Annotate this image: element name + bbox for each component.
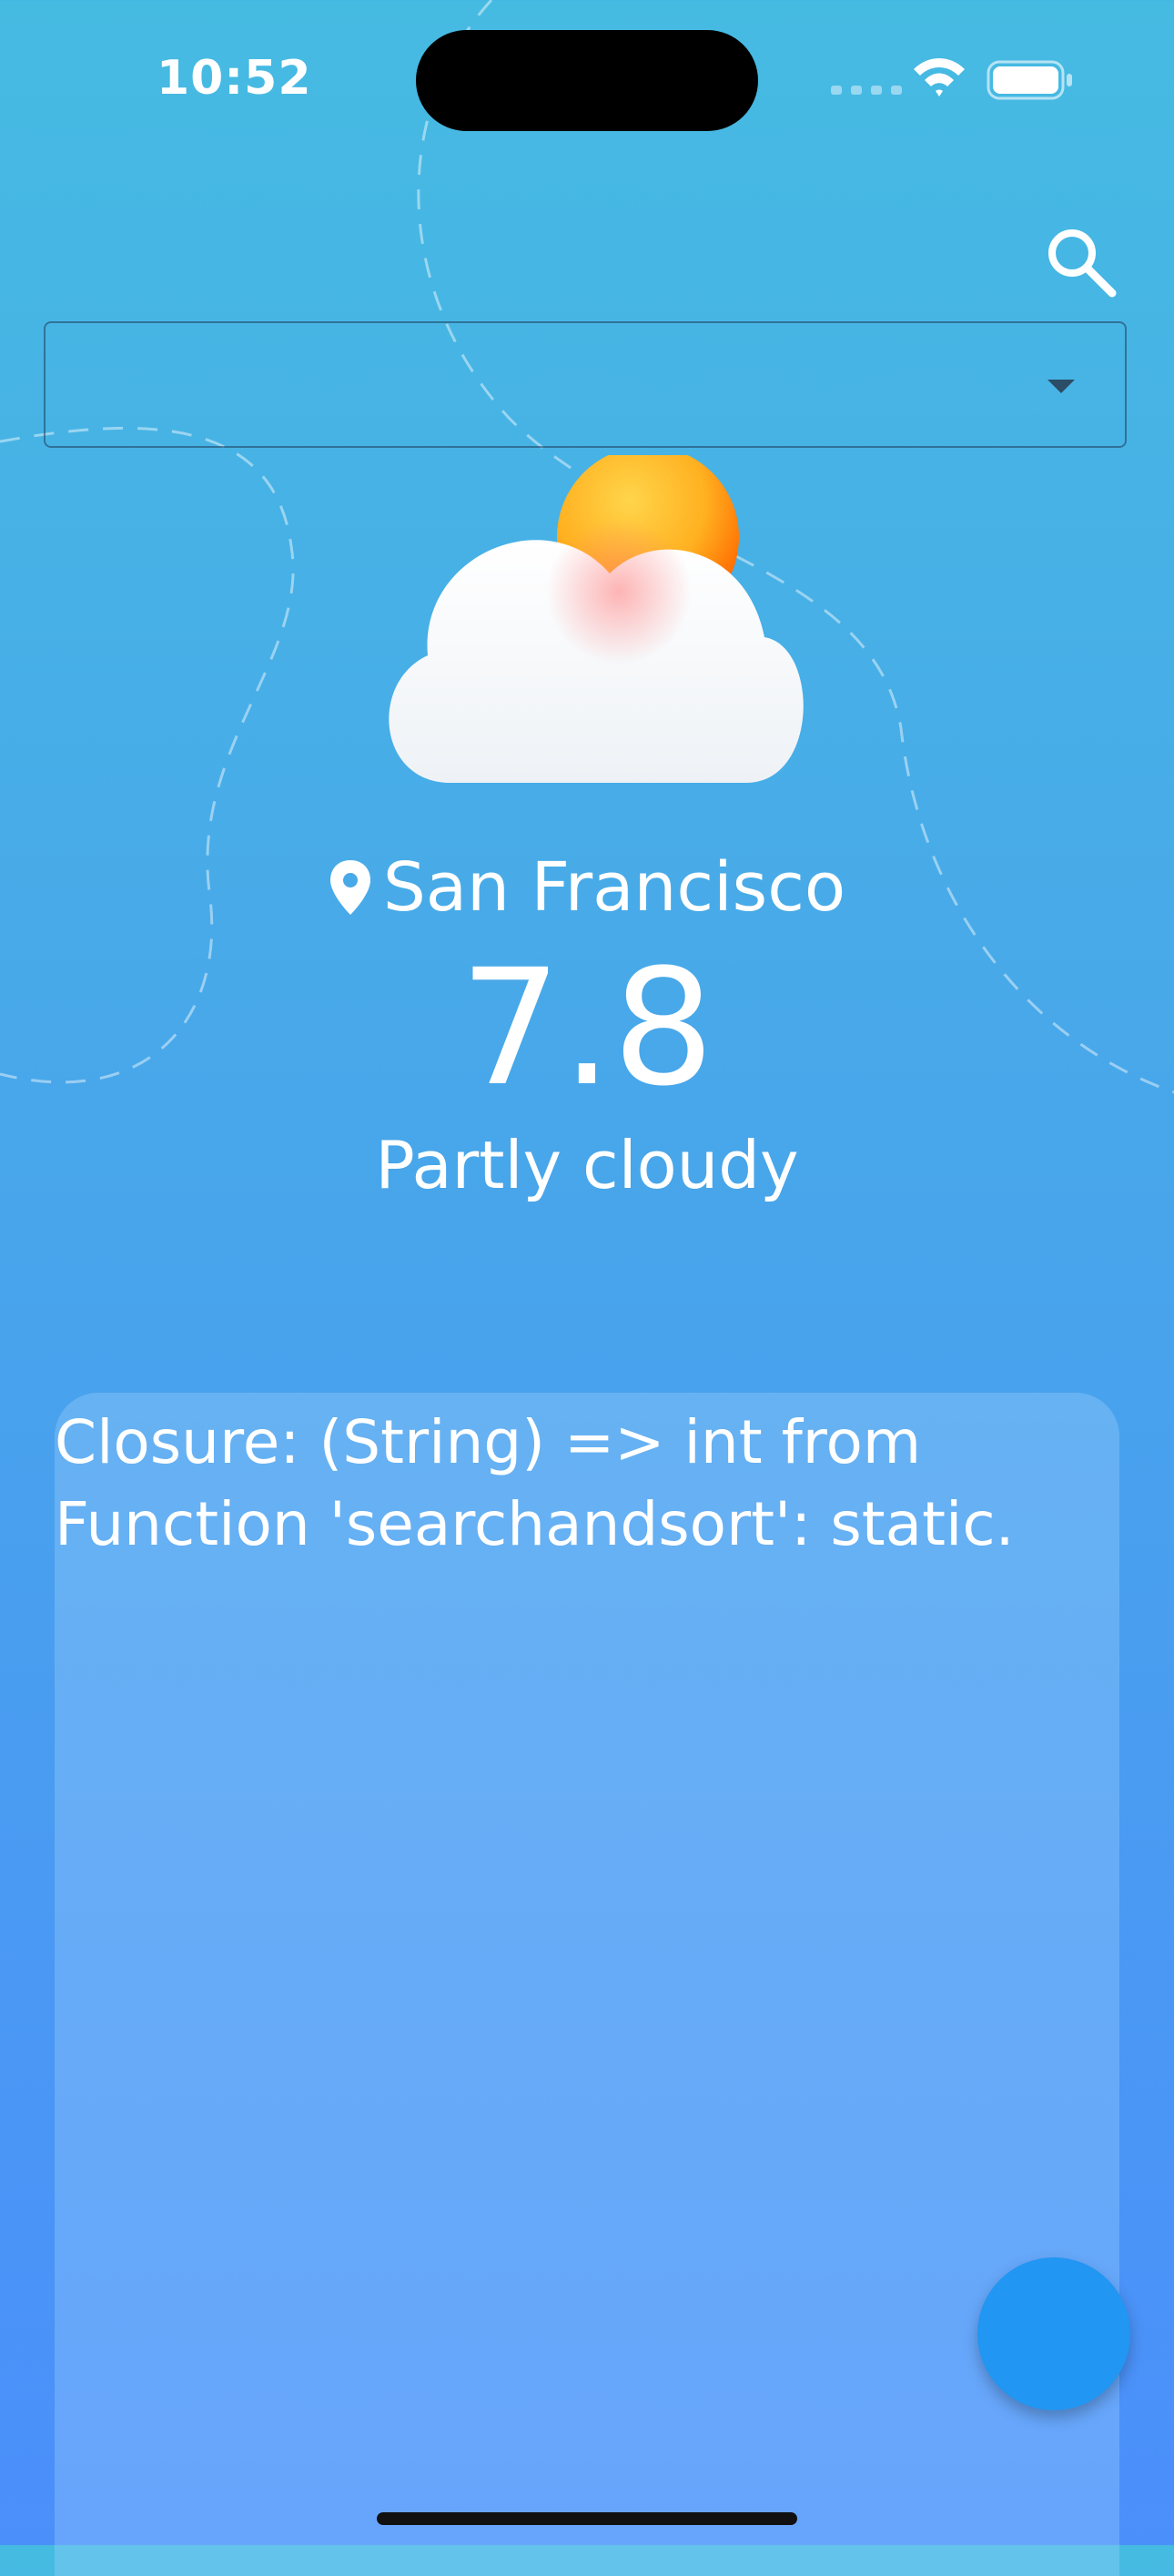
floating-action-button[interactable] — [977, 2257, 1130, 2410]
location-dropdown[interactable] — [44, 321, 1127, 448]
home-indicator[interactable] — [377, 2512, 797, 2525]
dynamic-island — [416, 30, 758, 131]
status-bar-time: 10:52 — [157, 51, 312, 106]
search-icon — [1048, 229, 1117, 298]
location-name: San Francisco — [382, 848, 846, 927]
weather-condition: Partly cloudy — [375, 1127, 799, 1203]
cellular-signal-icon — [831, 86, 902, 95]
temperature: 7.8 — [460, 935, 714, 1121]
location: San Francisco — [0, 847, 1174, 928]
search-button[interactable] — [1037, 218, 1125, 306]
arrow-drop-down-icon — [1047, 380, 1075, 393]
battery-icon — [987, 60, 1072, 100]
partly-cloudy-icon — [389, 455, 804, 783]
location-pin-icon — [329, 860, 370, 915]
wifi-icon — [914, 58, 965, 96]
details-panel: Closure: (String) => int from Function '… — [55, 1393, 1119, 2576]
panel-text: Closure: (String) => int from Function '… — [55, 1407, 1015, 1559]
